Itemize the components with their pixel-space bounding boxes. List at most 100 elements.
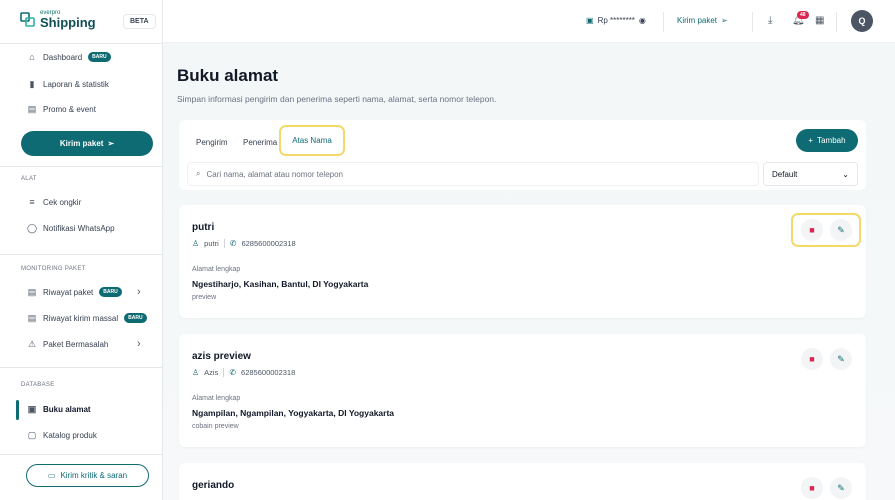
whatsapp-icon: ◯ [26, 222, 38, 233]
kirim-paket-top-label: Kirim paket [677, 16, 718, 25]
sidebar-item-label: Paket Bermasalah [43, 339, 109, 349]
contact-phone: 6285600002318 [241, 239, 296, 248]
divider [836, 12, 837, 32]
address-note: cobain preview [192, 423, 239, 430]
divider [223, 239, 225, 248]
contact-name: geriando [192, 480, 235, 491]
sidebar-item-label: Riwayat kirim massal [43, 313, 119, 323]
document-icon: ▤ [27, 286, 37, 297]
sort-value: Default [772, 169, 798, 179]
tab-atas-nama[interactable]: Atas Nama [279, 125, 345, 156]
saldo-value: Rp ******** [597, 16, 635, 25]
contact-card: putri ♙ putri ✆ 6285600002318 Alamat len… [179, 205, 866, 318]
address-value: Ngampilan, Ngampilan, Yogyakarta, DI Yog… [192, 408, 395, 418]
tambah-label: Tambah [817, 136, 846, 145]
wallet-icon: ▣ [586, 16, 594, 25]
sidebar-item-label: Laporan & statistik [43, 79, 109, 89]
address-book-icon: ▣ [27, 403, 37, 414]
notification-count: 48 [797, 11, 809, 19]
page-subtitle: Simpan informasi pengirim dan penerima s… [177, 94, 497, 104]
kirim-paket-label: Kirim paket [59, 139, 104, 148]
section-monitoring: MONITORING PAKET [21, 266, 86, 272]
user-icon: ♙ [192, 239, 200, 248]
edit-button[interactable]: ✎ [830, 477, 852, 499]
promo-icon: ▤ [27, 103, 37, 114]
saldo-display[interactable]: ▣ Rp ******** ◉ [586, 16, 646, 25]
sidebar-item-laporan[interactable]: ▮ Laporan & statistik [27, 79, 109, 89]
search-icon: ⌕ [196, 169, 201, 178]
chevron-right-icon[interactable]: › [137, 338, 141, 350]
tab-penerima[interactable]: Penerima [243, 138, 277, 147]
sidebar-item-label: Dashboard [43, 52, 83, 62]
edit-button[interactable]: ✎ [830, 348, 852, 370]
sidebar-item-label: Katalog produk [43, 430, 97, 440]
chevron-right-icon[interactable]: › [137, 286, 141, 298]
sort-select[interactable]: Default ⌄ [763, 162, 858, 186]
contact-name: azis preview [192, 351, 251, 362]
divider [0, 254, 163, 255]
divider [0, 43, 163, 44]
contact-meta: ♙ Azis ✆ 6285600002318 [192, 368, 295, 377]
beta-badge: BETA [123, 14, 156, 29]
address-label: Alamat lengkap [192, 395, 241, 402]
chat-icon: ▭ [47, 471, 56, 480]
avatar[interactable]: Q [851, 10, 873, 32]
delete-button[interactable]: ■ [801, 477, 823, 499]
kritik-saran-label: Kirim kritik & saran [60, 471, 128, 480]
kirim-paket-button[interactable]: Kirim paket ➢ [21, 131, 153, 156]
contact-alias: putri [204, 239, 219, 248]
pencil-icon: ✎ [837, 353, 845, 364]
sidebar-item-cek-ongkir[interactable]: ≡ Cek ongkir [27, 197, 81, 207]
highlight-actions [791, 213, 861, 247]
plus-icon: + [808, 136, 814, 145]
tambah-button[interactable]: + Tambah [796, 129, 858, 152]
eye-icon[interactable]: ◉ [639, 16, 646, 25]
send-icon: ➢ [721, 16, 728, 25]
warning-icon: ⚠ [27, 338, 37, 349]
sidebar: everpro Shipping BETA ⌂ Dashboard BARU ▮… [0, 0, 163, 500]
brand-name: Shipping [40, 15, 96, 30]
sidebar-item-notifikasi-whatsapp[interactable]: ◯ Notifikasi WhatsApp [27, 223, 115, 233]
sidebar-item-riwayat-kirim-massal[interactable]: ▤ Riwayat kirim massal BARU [27, 313, 147, 323]
search-input[interactable]: ⌕ Cari nama, alamat atau nomor telepon [187, 162, 759, 186]
address-value: Ngestiharjo, Kasihan, Bantul, DI Yogyaka… [192, 279, 369, 289]
sidebar-item-promo[interactable]: ▤ Promo & event [27, 104, 96, 114]
sidebar-item-buku-alamat[interactable]: ▣ Buku alamat [27, 404, 91, 414]
sidebar-item-katalog-produk[interactable]: ▢ Katalog produk [27, 430, 97, 440]
download-icon[interactable]: ⤓ [768, 15, 772, 26]
contact-card: azis preview ♙ Azis ✆ 6285600002318 Alam… [179, 334, 866, 447]
sidebar-item-label: Notifikasi WhatsApp [43, 223, 115, 233]
contact-phone: 6285600002318 [241, 368, 296, 377]
kritik-saran-button[interactable]: ▭ Kirim kritik & saran [26, 464, 149, 487]
active-indicator [16, 400, 19, 420]
user-icon: ♙ [192, 368, 200, 377]
address-label: Alamat lengkap [192, 266, 241, 273]
section-database: DATABASE [21, 382, 55, 388]
logo-icon [20, 11, 35, 27]
divider [0, 166, 163, 167]
address-note: preview [192, 294, 217, 301]
sidebar-item-label: Buku alamat [43, 404, 91, 414]
sidebar-item-riwayat-paket[interactable]: ▤ Riwayat paket BARU [27, 287, 122, 297]
sidebar-item-paket-bermasalah[interactable]: ⚠ Paket Bermasalah [27, 339, 108, 349]
sidebar-item-dashboard[interactable]: ⌂ Dashboard BARU [27, 52, 111, 62]
apps-grid-icon[interactable]: ▦ [815, 15, 824, 26]
document-icon: ▤ [27, 312, 37, 323]
divider [0, 454, 163, 455]
new-badge: BARU [124, 313, 147, 323]
catalog-icon: ▢ [27, 429, 37, 440]
tab-pengirim[interactable]: Pengirim [196, 138, 228, 147]
trash-icon: ■ [809, 483, 815, 493]
kirim-paket-top-button[interactable]: Kirim paket ➢ [677, 16, 728, 25]
home-icon: ⌂ [29, 52, 35, 62]
search-placeholder: Cari nama, alamat atau nomor telepon [206, 169, 344, 179]
delete-button[interactable]: ■ [801, 348, 823, 370]
brand-logo[interactable]: everpro Shipping [20, 10, 96, 29]
contact-name: putri [192, 222, 215, 233]
send-icon: ➢ [107, 139, 115, 148]
divider [752, 12, 753, 32]
cek-ongkir-icon: ≡ [29, 197, 35, 207]
top-bar: ▣ Rp ******** ◉ Kirim paket ➢ ⤓ 🔔︎ 48 ▦ … [163, 0, 895, 43]
bar-chart-icon: ▮ [29, 78, 35, 89]
new-badge: BARU [99, 287, 122, 297]
